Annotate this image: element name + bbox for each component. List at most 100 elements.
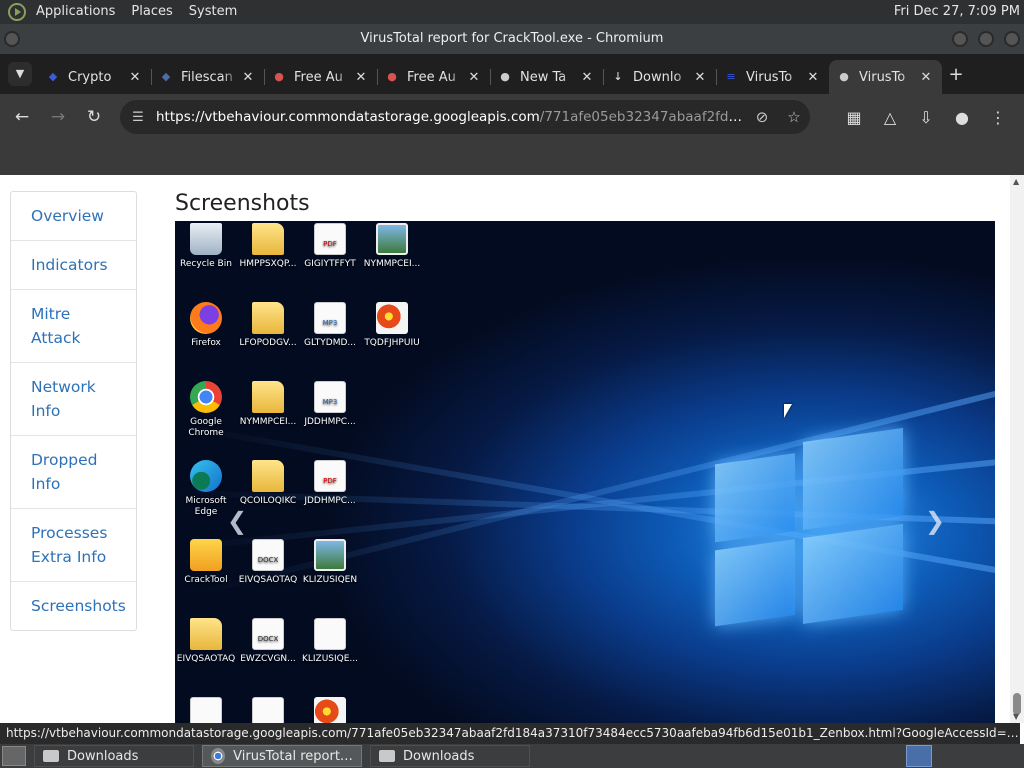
desktop-icon[interactable]: Recycle Bin <box>175 223 239 270</box>
taskbar-item-1[interactable]: Downloads <box>34 745 194 767</box>
sidebar-item-overview[interactable]: Overview <box>11 192 136 240</box>
address-bar[interactable]: ☰ https://vtbehaviour.commondatastorage.… <box>120 100 810 134</box>
desktop-icon[interactable]: MP3 JDDHMPC... <box>297 381 363 428</box>
sidebar-item-screenshots[interactable]: Screenshots <box>11 581 136 630</box>
close-tab-icon[interactable]: ✕ <box>353 70 369 85</box>
desktop-icon[interactable]: KLIZUSIQEN <box>297 539 363 586</box>
labs-flask-icon[interactable]: △ <box>872 108 908 127</box>
folder-icon <box>190 618 222 650</box>
sidebar-item-network-info[interactable]: Network Info <box>11 362 136 435</box>
desktop-icon[interactable]: KLIZUSIQE... <box>297 618 363 665</box>
blank-icon <box>190 697 222 723</box>
docx-icon: DOCX <box>252 618 284 650</box>
page-content: Overview Indicators Mitre Attack Network In… <box>0 175 1010 723</box>
eye-off-icon[interactable]: ⊘ <box>746 108 778 126</box>
tab-2[interactable]: ◆ Filescan ✕ <box>151 60 264 94</box>
new-tab-button[interactable]: + <box>942 64 970 85</box>
desktop-icon[interactable]: LFOPODGV... <box>235 302 301 349</box>
site-info-icon[interactable]: ☰ <box>120 110 156 125</box>
url-path: /771afe05eb32347abaaf2fd184a37... <box>539 109 746 125</box>
desktop-icon-label: GIGIYTFFYT <box>304 259 356 269</box>
desktop-icon[interactable]: Microsoft Edge <box>175 460 239 518</box>
blank-icon <box>252 697 284 723</box>
tab-7[interactable]: ≡ VirusTo ✕ <box>716 60 829 94</box>
desktop-icon[interactable]: Google Chrome <box>175 381 239 439</box>
workspace-switcher[interactable] <box>906 745 932 767</box>
close-window-button[interactable] <box>1004 31 1020 47</box>
close-tab-icon[interactable]: ✕ <box>466 70 482 85</box>
tab-8[interactable]: ● VirusTo ✕ <box>829 60 942 94</box>
desktop-icon[interactable]: TQDFJHPUIU <box>359 302 425 349</box>
desktop-icon[interactable]: CrackTool <box>175 539 239 586</box>
desktop-icon[interactable]: MP3 GLTYDMD... <box>297 302 363 349</box>
icon-badge-text: PDF <box>323 477 337 485</box>
minimize-button[interactable] <box>952 31 968 47</box>
tab-search-button[interactable]: ▼ <box>8 62 32 86</box>
taskbar-item-label: Downloads <box>67 748 139 764</box>
download-icon: ↓ <box>613 70 623 83</box>
desktop-icon[interactable] <box>235 697 301 723</box>
close-tab-icon[interactable]: ✕ <box>692 70 708 85</box>
desktop-icon[interactable]: EIVQSAOTAQ <box>175 618 239 665</box>
desktop-icon[interactable]: Firefox <box>175 302 239 349</box>
tab-3[interactable]: ● Free Au ✕ <box>264 60 377 94</box>
carousel-next-icon[interactable]: ❯ <box>925 507 945 535</box>
desktop-icon[interactable]: PDF GIGIYTFFYT <box>297 223 363 270</box>
bookmark-star-icon[interactable]: ☆ <box>778 108 810 126</box>
forward-button[interactable]: → <box>40 107 76 127</box>
desktop-icon-label: KLIZUSIQE... <box>301 654 359 664</box>
close-tab-icon[interactable]: ✕ <box>579 70 595 85</box>
scroll-down-icon[interactable]: ▼ <box>1013 712 1019 721</box>
distro-logo-icon[interactable] <box>8 3 26 21</box>
tab-6[interactable]: ↓ Downlo ✕ <box>603 60 716 94</box>
panel-clock[interactable]: Fri Dec 27, 7:09 PM <box>894 0 1020 24</box>
close-tab-icon[interactable]: ✕ <box>240 70 256 85</box>
sidebar-item-indicators[interactable]: Indicators <box>11 240 136 289</box>
panel-menu-system[interactable]: System <box>181 0 245 24</box>
close-tab-icon[interactable]: ✕ <box>127 70 143 85</box>
desktop-icon[interactable] <box>297 697 363 723</box>
close-tab-icon[interactable]: ✕ <box>805 70 821 85</box>
window-menu-icon[interactable] <box>4 31 20 47</box>
tab-4[interactable]: ● Free Au ✕ <box>377 60 490 94</box>
sidebar-item-mitre-attack[interactable]: Mitre Attack <box>11 289 136 362</box>
desktop-icon[interactable] <box>175 697 239 723</box>
maximize-button[interactable] <box>978 31 994 47</box>
sidebar-item-dropped-info[interactable]: Dropped Info <box>11 435 136 508</box>
page-scrollbar[interactable]: ▲ ▼ <box>1010 175 1024 723</box>
address-url[interactable]: https://vtbehaviour.commondatastorage.go… <box>156 109 746 125</box>
desktop-icon[interactable]: DOCX EWZCVGN... <box>235 618 301 665</box>
close-tab-icon[interactable]: ✕ <box>918 70 934 85</box>
virustotal-icon: ≡ <box>726 70 736 83</box>
desktop-icon[interactable]: PDF JDDHMPC... <box>297 460 363 507</box>
extensions-puzzle-icon[interactable]: ▦ <box>836 108 872 127</box>
desktop-icon[interactable]: NYMMPCEI... <box>235 381 301 428</box>
desktop-icon[interactable]: NYMMPCEI... <box>359 223 425 270</box>
taskbar-item-3[interactable]: Downloads <box>370 745 530 767</box>
mp3-icon: MP3 <box>314 302 346 334</box>
globe-icon: ● <box>500 70 510 83</box>
scroll-up-icon[interactable]: ▲ <box>1013 177 1019 186</box>
desktop-icon[interactable]: DOCX EIVQSAOTAQ <box>235 539 301 586</box>
folder-icon <box>252 302 284 334</box>
screenshot-image: ❮ ❯ Recycle Bin HMPPSXQP... PDF GIGIYTFFYT N… <box>175 221 995 723</box>
desktop-icon-label: KLIZUSIQEN <box>302 575 358 585</box>
profile-avatar-icon[interactable]: ● <box>944 108 980 127</box>
tab-5[interactable]: ● New Ta ✕ <box>490 60 603 94</box>
menu-kebab-icon[interactable]: ⋮ <box>980 108 1016 127</box>
tab-1[interactable]: ◆ Crypto ✕ <box>38 60 151 94</box>
panel-menu-places[interactable]: Places <box>123 0 180 24</box>
sidebar-item-processes-extra-info[interactable]: Processes Extra Info <box>11 508 136 581</box>
reload-button[interactable]: ↻ <box>76 107 112 127</box>
taskbar-item-2[interactable]: VirusTotal report fo... <box>202 745 362 767</box>
panel-menu-applications[interactable]: Applications <box>28 0 123 24</box>
flower-icon <box>376 302 408 334</box>
chromium-icon <box>211 748 226 764</box>
download-icon[interactable]: ⇩ <box>908 108 944 127</box>
window-titlebar[interactable]: VirusTotal report for CrackTool.exe - Ch… <box>0 24 1024 54</box>
back-button[interactable]: ← <box>4 107 40 127</box>
tab-label: VirusTo <box>746 69 793 85</box>
show-desktop-button[interactable] <box>2 746 26 766</box>
desktop-icon[interactable]: HMPPSXQP... <box>235 223 301 270</box>
desktop-icon[interactable]: QCOILOQIKC <box>235 460 301 507</box>
